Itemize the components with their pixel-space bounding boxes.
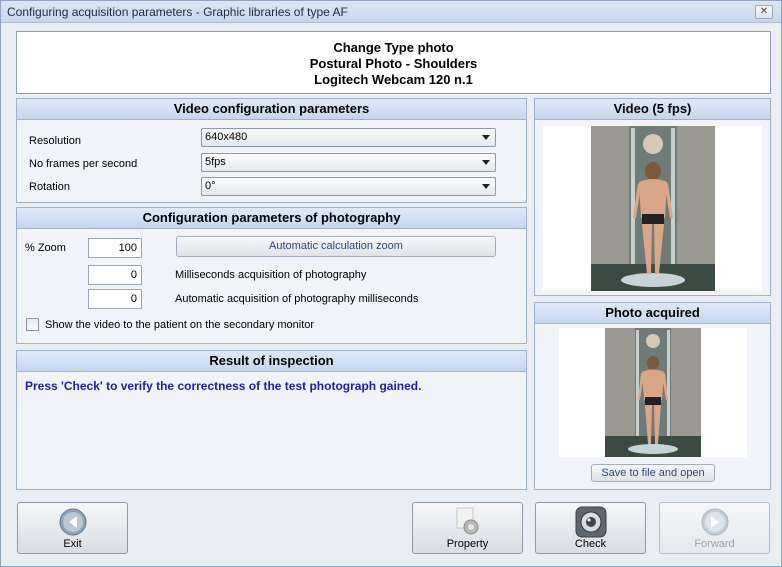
zoom-label: % Zoom <box>25 242 66 254</box>
auto-ms-label: Automatic acquisition of photography mil… <box>175 293 419 305</box>
arrow-right-circle-icon <box>701 508 729 536</box>
photo-title: Photo acquired <box>535 303 770 324</box>
resolution-select[interactable]: 640x480 <box>201 128 496 147</box>
video-config-title: Video configuration parameters <box>17 99 526 120</box>
auto-ms-input[interactable]: 0 <box>88 289 142 309</box>
fps-select[interactable]: 5fps <box>201 153 496 172</box>
property-button[interactable]: Property <box>412 502 523 554</box>
secondary-monitor-label: Show the video to the patient on the sec… <box>45 319 315 331</box>
video-panel: Video (5 fps) <box>534 98 771 296</box>
ms-acquisition-input[interactable]: 0 <box>88 265 142 285</box>
chevron-down-icon <box>482 184 490 189</box>
forward-label: Forward <box>694 538 735 550</box>
rotation-select[interactable]: 0° <box>201 177 496 196</box>
fps-value: 5fps <box>205 156 226 168</box>
title-bar: Configuring acquisition parameters - Gra… <box>1 1 781 23</box>
ms-acquisition-label: Milliseconds acquisition of photography <box>175 269 367 281</box>
photo-panel: Photo acquired Save to file and open <box>534 302 771 490</box>
zoom-input[interactable]: 100 <box>88 238 142 258</box>
close-icon: ✕ <box>759 6 769 17</box>
gear-document-icon <box>456 507 479 535</box>
auto-zoom-button[interactable]: Automatic calculation zoom <box>176 236 496 257</box>
chevron-down-icon <box>482 160 490 165</box>
secondary-monitor-checkbox[interactable] <box>26 318 39 331</box>
video-preview <box>543 126 762 291</box>
photo-config-title: Configuration parameters of photography <box>17 208 526 229</box>
check-button[interactable]: Check <box>535 502 646 554</box>
forward-button[interactable]: Forward <box>659 502 770 554</box>
banner-line-2: Postural Photo - Shoulders <box>309 56 478 71</box>
video-title: Video (5 fps) <box>535 99 770 120</box>
resolution-value: 640x480 <box>205 131 248 143</box>
photo-image <box>605 328 701 457</box>
result-panel: Result of inspection Press 'Check' to ve… <box>16 350 527 490</box>
fps-label: No frames per second <box>29 158 138 170</box>
resolution-label: Resolution <box>29 135 81 147</box>
rotation-label: Rotation <box>29 181 70 193</box>
banner-line-3: Logitech Webcam 120 n.1 <box>314 72 473 87</box>
header-banner: Change Type photo Postural Photo - Shoul… <box>16 31 771 94</box>
arrow-left-circle-icon <box>59 508 87 536</box>
property-label: Property <box>446 538 489 550</box>
video-config-panel: Video configuration parameters Resolutio… <box>16 98 527 203</box>
chevron-down-icon <box>482 135 490 140</box>
close-button[interactable]: ✕ <box>755 5 773 19</box>
video-image <box>591 126 715 291</box>
rotation-value: 0° <box>205 180 216 192</box>
webcam-icon <box>575 506 607 538</box>
window-title: Configuring acquisition parameters - Gra… <box>7 5 348 19</box>
banner-line-1: Change Type photo <box>333 40 454 55</box>
result-message: Press 'Check' to verify the correctness … <box>25 379 422 393</box>
photo-preview <box>559 328 747 457</box>
check-label: Check <box>574 538 607 550</box>
save-to-file-button[interactable]: Save to file and open <box>591 464 715 482</box>
exit-button[interactable]: Exit <box>17 502 128 554</box>
exit-label: Exit <box>63 538 82 550</box>
photo-config-panel: Configuration parameters of photography … <box>16 207 527 344</box>
result-title: Result of inspection <box>17 351 526 372</box>
dialog-window: Configuring acquisition parameters - Gra… <box>0 0 782 567</box>
